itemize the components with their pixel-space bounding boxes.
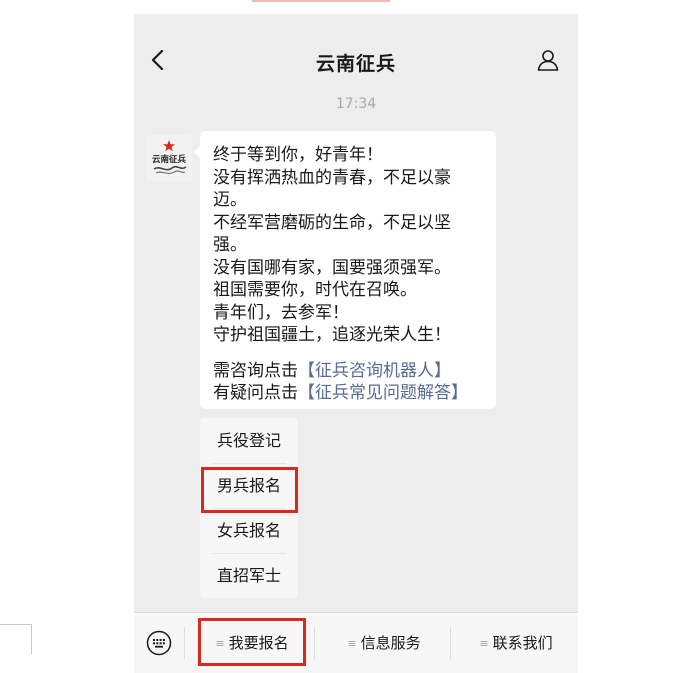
top-strip xyxy=(134,0,578,14)
consult-prefix: 需咨询点击 xyxy=(213,360,298,381)
navigation-bar: 云南征兵 xyxy=(134,14,578,90)
menu-lines-icon: ≡ xyxy=(215,637,225,650)
bar-divider xyxy=(314,627,315,659)
submenu-item-military-registration[interactable]: 兵役登记 xyxy=(200,418,298,463)
menu-tab-label: 联系我们 xyxy=(492,634,553,652)
top-red-line xyxy=(252,0,390,2)
keyboard-icon[interactable] xyxy=(146,630,172,656)
menu-lines-icon: ≡ xyxy=(347,637,357,650)
submenu-item-direct-recruit-nco[interactable]: 直招军士 xyxy=(200,553,298,598)
message-line: 守护祖国疆土，追逐光荣人生！ xyxy=(213,325,451,345)
message-line: 不经军营磨砺的生命，不足以坚 xyxy=(213,212,451,233)
message-line: 没有挥洒热血的青春，不足以豪 xyxy=(213,167,451,188)
menu-tab-contact-us[interactable]: ≡ 联系我们 xyxy=(456,629,576,657)
message-line: 祖国需要你，时代在召唤。 xyxy=(213,280,417,300)
bubble-arrow xyxy=(194,146,200,158)
menu-tab-label: 信息服务 xyxy=(360,634,421,652)
person-icon[interactable] xyxy=(536,48,560,72)
menu-tab-info-service[interactable]: ≡ 信息服务 xyxy=(322,629,446,657)
faq-prefix: 有疑问点击 xyxy=(213,383,298,403)
bar-divider xyxy=(450,627,451,659)
menu-tab-label: 我要报名 xyxy=(228,634,289,652)
message-timestamp: 17:34 xyxy=(335,96,377,112)
consult-line: 需咨询点击【征兵咨询机器人】 xyxy=(213,360,485,383)
faq-line: 有疑问点击【征兵常见问题解答】 xyxy=(213,382,485,405)
frame-corner-mark xyxy=(0,624,32,654)
message-bubble: 终于等到你，好青年！ 没有挥洒热血的青春，不足以豪 迈。 不经军营磨砺的生命，不… xyxy=(194,131,496,409)
message-line: 青年们，去参军！ xyxy=(213,302,349,323)
submenu-popup: 兵役登记 男兵报名 女兵报名 直招军士 xyxy=(200,418,298,598)
avatar[interactable]: 云南征兵 xyxy=(146,135,192,181)
submenu-item-female-enlistment[interactable]: 女兵报名 xyxy=(200,508,298,553)
message-line: 没有国哪有家，国要强须强军。 xyxy=(213,257,451,278)
phone-screen: 云南征兵 17:34 云南征兵 终于等到你，好青年！ 没有挥洒热血的青春，不足以… xyxy=(134,0,578,673)
submenu-item-male-enlistment[interactable]: 男兵报名 xyxy=(200,463,298,508)
message-line: 强。 xyxy=(213,235,247,255)
menu-tab-signup[interactable]: ≡ 我要报名 xyxy=(198,629,306,657)
bar-divider xyxy=(184,627,185,659)
message-line: 终于等到你，好青年！ xyxy=(213,145,383,165)
faq-link[interactable]: 【征兵常见问题解答】 xyxy=(298,383,468,403)
bottom-menu-bar: ≡ 我要报名 ≡ 信息服务 ≡ 联系我们 xyxy=(134,612,578,673)
svg-text:云南征兵: 云南征兵 xyxy=(152,154,187,165)
yunnan-recruitment-logo: 云南征兵 xyxy=(146,135,192,181)
consult-robot-link[interactable]: 【征兵咨询机器人】 xyxy=(298,361,451,381)
page-title: 云南征兵 xyxy=(315,53,396,75)
message-line: 迈。 xyxy=(213,190,247,210)
message-text: 终于等到你，好青年！ 没有挥洒热血的青春，不足以豪 迈。 不经军营磨砺的生命，不… xyxy=(213,144,485,405)
menu-lines-icon: ≡ xyxy=(479,637,489,650)
